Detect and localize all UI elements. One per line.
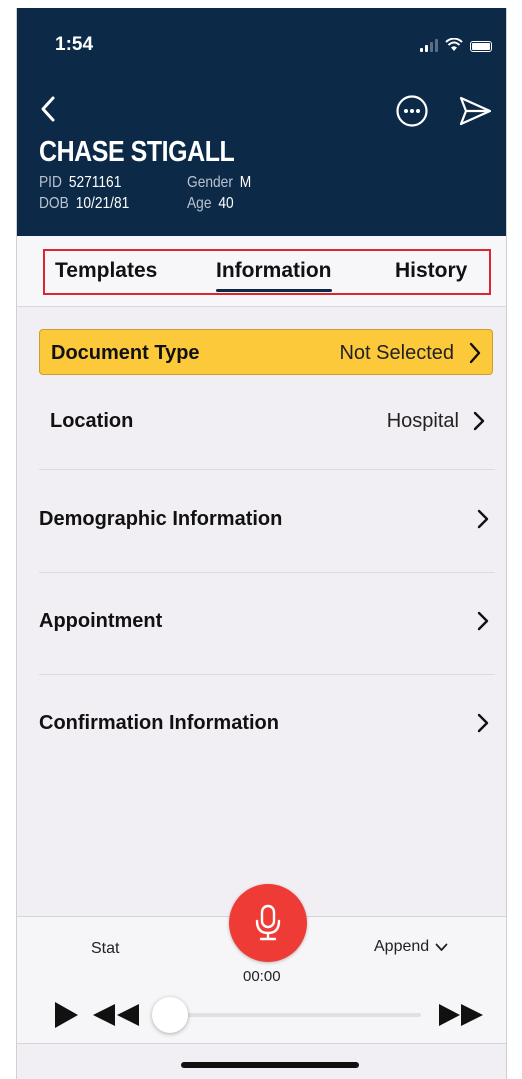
- tab-bar: Templates Information History: [17, 236, 506, 307]
- confirmation-information-label: Confirmation Information: [39, 712, 279, 734]
- divider: [39, 674, 495, 675]
- record-button[interactable]: [229, 884, 307, 962]
- location-value: Hospital: [386, 410, 459, 432]
- chevron-right-icon: [477, 509, 489, 529]
- document-type-button[interactable]: Document Type Not Selected: [39, 329, 493, 375]
- playback-slider-thumb[interactable]: [152, 997, 188, 1033]
- append-label: Append: [374, 938, 430, 955]
- demographic-information-row[interactable]: Demographic Information: [39, 504, 495, 538]
- tab-history[interactable]: History: [395, 259, 467, 283]
- confirmation-information-row[interactable]: Confirmation Information: [39, 708, 495, 742]
- document-type-label: Document Type: [51, 342, 200, 364]
- chevron-right-icon: [477, 611, 489, 631]
- chevron-right-icon: [469, 342, 481, 364]
- chevron-right-icon: [477, 713, 489, 733]
- chevron-right-icon: [473, 411, 485, 431]
- age-value: 40: [218, 195, 234, 212]
- wifi-icon: [445, 38, 463, 51]
- patient-header: 1:54 CHASE STIGALL PID 5271161 Gender M …: [17, 8, 506, 236]
- chevron-down-icon: [435, 943, 448, 951]
- append-dropdown[interactable]: Append: [374, 938, 448, 956]
- location-row[interactable]: Location Hospital: [39, 406, 495, 440]
- location-label: Location: [50, 410, 134, 432]
- pid-field: PID 5271161: [39, 174, 121, 192]
- pid-label: PID: [39, 174, 62, 191]
- divider: [39, 572, 495, 573]
- document-type-value: Not Selected: [339, 342, 454, 364]
- dob-value: 10/21/81: [75, 195, 130, 212]
- tab-templates[interactable]: Templates: [55, 259, 157, 283]
- playback-track[interactable]: [169, 1013, 421, 1017]
- record-timer: 00:00: [243, 968, 281, 985]
- back-chevron-icon[interactable]: [35, 92, 65, 126]
- home-indicator: [181, 1062, 359, 1068]
- divider: [39, 469, 495, 470]
- priority-stat[interactable]: Stat: [91, 940, 119, 958]
- dob-label: DOB: [39, 195, 69, 212]
- tab-information[interactable]: Information: [216, 259, 332, 292]
- gender-field: Gender M: [187, 174, 251, 192]
- battery-icon: [470, 41, 492, 52]
- pid-value: 5271161: [68, 174, 122, 191]
- app-screen: 1:54 CHASE STIGALL PID 5271161 Gender M …: [16, 8, 507, 1079]
- status-icons: [420, 38, 492, 52]
- play-icon[interactable]: [52, 1000, 80, 1030]
- demographic-information-label: Demographic Information: [39, 508, 283, 530]
- dob-field: DOB 10/21/81: [39, 195, 129, 213]
- status-time: 1:54: [55, 34, 94, 55]
- signal-icon: [420, 39, 438, 52]
- patient-name: CHASE STIGALL: [39, 136, 235, 168]
- microphone-icon: [255, 904, 281, 941]
- appointment-label: Appointment: [39, 610, 163, 632]
- more-options-icon[interactable]: [395, 94, 429, 128]
- appointment-row[interactable]: Appointment: [39, 606, 495, 640]
- age-label: Age: [187, 195, 212, 212]
- age-field: Age 40: [187, 195, 234, 213]
- send-icon[interactable]: [457, 94, 493, 128]
- gender-value: M: [239, 174, 252, 191]
- rewind-icon[interactable]: [90, 1002, 142, 1028]
- gender-label: Gender: [187, 174, 233, 191]
- fast-forward-icon[interactable]: [437, 1002, 485, 1028]
